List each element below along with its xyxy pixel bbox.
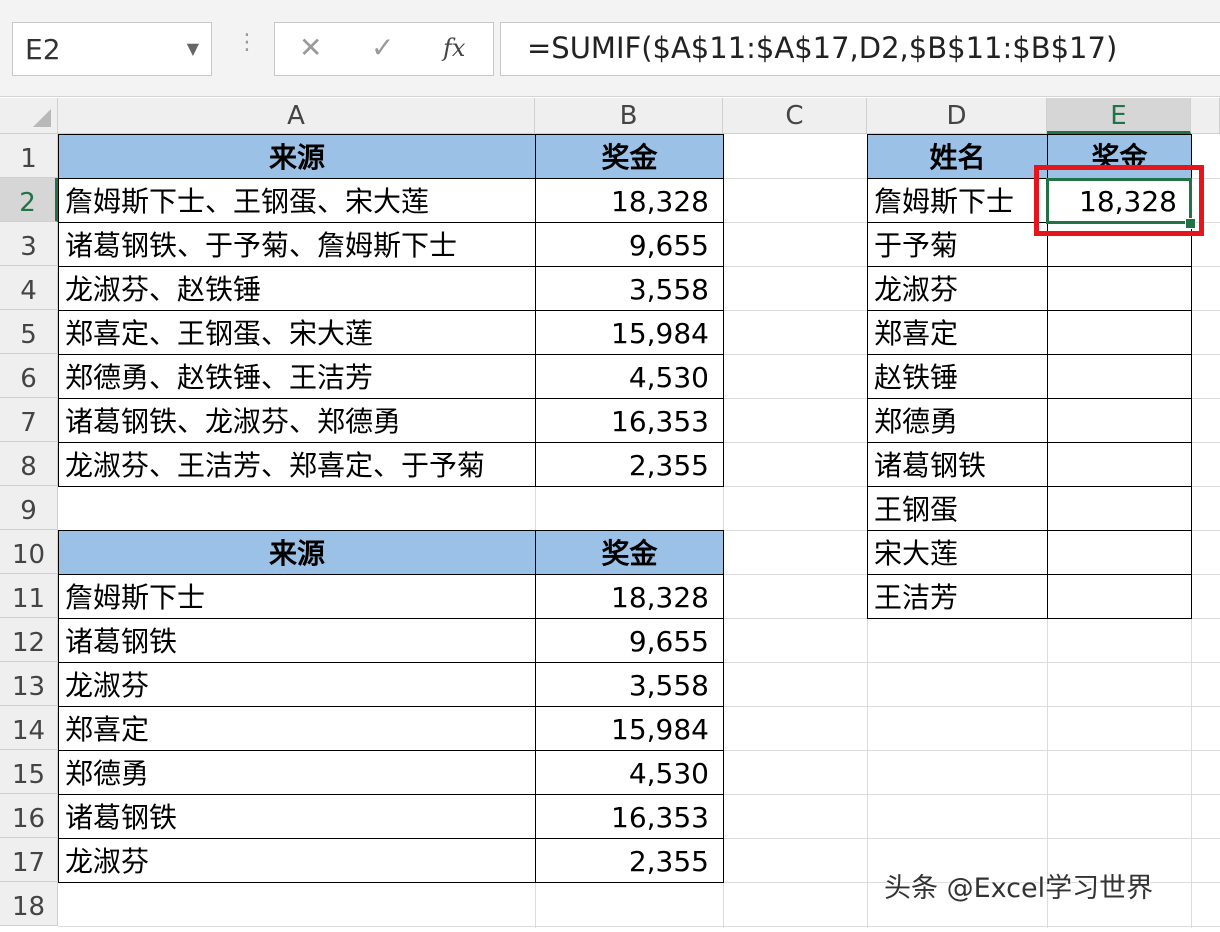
- header-cell[interactable]: 来源: [58, 134, 536, 179]
- row-header-5[interactable]: 5: [0, 310, 58, 354]
- table-cell[interactable]: 郑喜定: [867, 310, 1048, 355]
- row-header-18[interactable]: 18: [0, 882, 58, 926]
- formula-input[interactable]: =SUMIF($A$11:$A$17,D2,$B$11:$B$17): [500, 22, 1220, 76]
- table-cell[interactable]: 18,328: [535, 574, 724, 619]
- table-cell[interactable]: 于予菊: [867, 222, 1048, 267]
- table-cell[interactable]: 郑喜定: [58, 706, 536, 751]
- row-header-16[interactable]: 16: [0, 794, 58, 838]
- table-cell[interactable]: 3,558: [535, 266, 724, 311]
- table-cell[interactable]: 诸葛钢铁、于予菊、詹姆斯下士: [58, 222, 536, 267]
- row-header-7[interactable]: 7: [0, 398, 58, 442]
- table-cell[interactable]: 3,558: [535, 662, 724, 707]
- table-cell[interactable]: 4,530: [535, 750, 724, 795]
- row-header-8[interactable]: 8: [0, 442, 58, 486]
- table-cell[interactable]: 詹姆斯下士、王钢蛋、宋大莲: [58, 178, 536, 223]
- table-cell[interactable]: 诸葛钢铁、龙淑芬、郑德勇: [58, 398, 536, 443]
- table-cell[interactable]: [1047, 530, 1192, 575]
- watermark: 头条 @Excel学习世界: [884, 873, 1154, 904]
- table-cell[interactable]: 4,530: [535, 354, 724, 399]
- table-cell[interactable]: 宋大莲: [867, 530, 1048, 575]
- table-cell[interactable]: 16,353: [535, 794, 724, 839]
- header-cell[interactable]: 姓名: [867, 134, 1048, 179]
- formula-buttons: ✕ ✓ fx: [274, 22, 494, 76]
- row-header-10[interactable]: 10: [0, 530, 58, 574]
- table-cell[interactable]: 赵铁锤: [867, 354, 1048, 399]
- table-cell[interactable]: 9,655: [535, 618, 724, 663]
- row-header-11[interactable]: 11: [0, 574, 58, 618]
- select-all-corner[interactable]: [0, 98, 58, 134]
- insert-function-icon[interactable]: fx: [443, 34, 465, 62]
- row-header-13[interactable]: 13: [0, 662, 58, 706]
- column-header-a[interactable]: A: [58, 98, 535, 134]
- table-cell[interactable]: 郑喜定、王钢蛋、宋大莲: [58, 310, 536, 355]
- column-header-c[interactable]: C: [723, 98, 867, 134]
- row-header-2[interactable]: 2: [0, 178, 58, 222]
- row-header-6[interactable]: 6: [0, 354, 58, 398]
- table-cell[interactable]: [1047, 310, 1192, 355]
- table-cell[interactable]: [1047, 442, 1192, 487]
- row-header-1[interactable]: 1: [0, 134, 58, 178]
- row-header-9[interactable]: 9: [0, 486, 58, 530]
- fill-handle[interactable]: [1185, 218, 1196, 229]
- table-cell[interactable]: 2,355: [535, 442, 724, 487]
- name-box-value: E2: [25, 33, 61, 66]
- table-cell[interactable]: 诸葛钢铁: [58, 794, 536, 839]
- name-box[interactable]: E2 ▼: [12, 22, 212, 76]
- table-cell[interactable]: 9,655: [535, 222, 724, 267]
- header-cell[interactable]: 奖金: [535, 530, 724, 575]
- column-header-next[interactable]: [1191, 98, 1220, 134]
- column-header-b[interactable]: B: [535, 98, 723, 134]
- table-cell[interactable]: 15,984: [535, 310, 724, 355]
- more-options-icon[interactable]: ⋮: [236, 32, 258, 54]
- header-cell[interactable]: 奖金: [535, 134, 724, 179]
- chevron-down-icon[interactable]: ▼: [187, 39, 199, 58]
- row-header-3[interactable]: 3: [0, 222, 58, 266]
- table-cell[interactable]: [1047, 398, 1192, 443]
- row-header-12[interactable]: 12: [0, 618, 58, 662]
- table-cell[interactable]: 郑德勇、赵铁锤、王洁芳: [58, 354, 536, 399]
- row-header-17[interactable]: 17: [0, 838, 58, 882]
- table-cell[interactable]: [1047, 486, 1192, 531]
- table-cell[interactable]: 王洁芳: [867, 574, 1048, 619]
- table-cell[interactable]: 郑德勇: [58, 750, 536, 795]
- row-header-4[interactable]: 4: [0, 266, 58, 310]
- column-header-e[interactable]: E: [1047, 98, 1191, 134]
- table-cell[interactable]: [1047, 266, 1192, 311]
- table-cell[interactable]: 龙淑芬、王洁芳、郑喜定、于予菊: [58, 442, 536, 487]
- table-cell[interactable]: 王钢蛋: [867, 486, 1048, 531]
- header-cell[interactable]: 来源: [58, 530, 536, 575]
- table-cell[interactable]: 龙淑芬、赵铁锤: [58, 266, 536, 311]
- table-cell[interactable]: 2,355: [535, 838, 724, 883]
- table-cell[interactable]: [1047, 574, 1192, 619]
- table-cell[interactable]: 诸葛钢铁: [58, 618, 536, 663]
- table-cell[interactable]: 诸葛钢铁: [867, 442, 1048, 487]
- table-cell[interactable]: 龙淑芬: [867, 266, 1048, 311]
- column-header-d[interactable]: D: [867, 98, 1047, 134]
- table-cell[interactable]: 龙淑芬: [58, 662, 536, 707]
- table-cell[interactable]: 詹姆斯下士: [867, 178, 1048, 223]
- table-cell[interactable]: 16,353: [535, 398, 724, 443]
- formula-text: =SUMIF($A$11:$A$17,D2,$B$11:$B$17): [527, 31, 1118, 65]
- row-header-15[interactable]: 15: [0, 750, 58, 794]
- active-cell-selection: [1046, 178, 1192, 224]
- table-cell[interactable]: 15,984: [535, 706, 724, 751]
- gridline: [58, 926, 1220, 927]
- table-cell[interactable]: [1047, 354, 1192, 399]
- formula-bar-area: E2 ▼ ⋮ ✕ ✓ fx =SUMIF($A$11:$A$17,D2,$B$1…: [0, 0, 1220, 97]
- cancel-icon[interactable]: ✕: [299, 31, 322, 64]
- table-cell[interactable]: 龙淑芬: [58, 838, 536, 883]
- table-cell[interactable]: 18,328: [535, 178, 724, 223]
- table-cell[interactable]: 詹姆斯下士: [58, 574, 536, 619]
- row-header-14[interactable]: 14: [0, 706, 58, 750]
- enter-icon[interactable]: ✓: [371, 31, 394, 64]
- table-cell[interactable]: 郑德勇: [867, 398, 1048, 443]
